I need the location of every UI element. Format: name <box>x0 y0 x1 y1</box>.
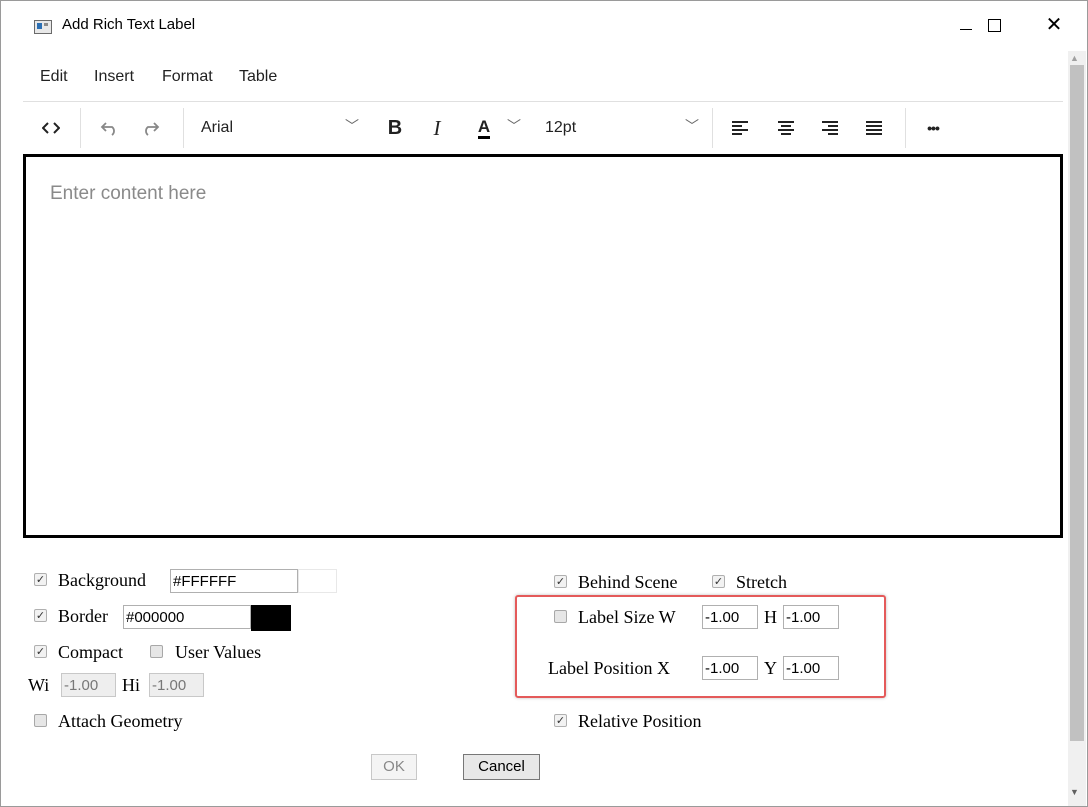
label-position-y-label: Y <box>764 658 777 678</box>
font-family-select[interactable]: Arial <box>201 119 233 137</box>
user-values-checkbox[interactable] <box>150 645 163 658</box>
label-position-label: Label Position X <box>548 658 670 678</box>
compact-label: Compact <box>58 642 123 662</box>
ok-button[interactable]: OK <box>371 754 417 780</box>
text-color-button[interactable]: A <box>467 102 501 154</box>
relative-position-label: Relative Position <box>578 711 702 731</box>
scrollbar-thumb[interactable] <box>1070 65 1084 741</box>
label-size-checkbox[interactable] <box>554 610 567 623</box>
align-right-icon <box>822 121 838 135</box>
menu-table[interactable]: Table <box>239 68 277 86</box>
undo-icon <box>100 122 115 136</box>
redo-button[interactable] <box>133 102 169 154</box>
hi-input[interactable]: -1.00 <box>149 673 204 697</box>
align-left-icon <box>732 121 748 135</box>
scroll-down-icon[interactable]: ▼ <box>1070 787 1079 797</box>
label-position-x-input[interactable]: -1.00 <box>702 656 758 680</box>
background-label: Background <box>58 570 146 590</box>
align-center-icon <box>778 121 794 135</box>
editor-toolbar: Arial ﹀ B I A ﹀ 12pt ﹀ ••• <box>23 102 1063 154</box>
title-bar[interactable]: Add Rich Text Label ✕ <box>1 1 1087 51</box>
background-checkbox[interactable]: ✓ <box>34 573 47 586</box>
attach-geometry-checkbox[interactable] <box>34 714 47 727</box>
window-title: Add Rich Text Label <box>62 16 196 33</box>
cancel-button[interactable]: Cancel <box>463 754 540 780</box>
rich-text-editor: Edit Insert Format Table Arial ﹀ B I A ﹀… <box>23 51 1063 541</box>
close-button[interactable]: ✕ <box>1031 5 1077 45</box>
stretch-checkbox[interactable]: ✓ <box>712 575 725 588</box>
behind-scene-label: Behind Scene <box>578 572 678 592</box>
background-color-swatch[interactable] <box>298 569 337 593</box>
bold-button[interactable]: B <box>379 102 411 154</box>
label-size-w-input[interactable]: -1.00 <box>702 605 758 629</box>
toolbar-separator <box>80 108 81 148</box>
wi-input[interactable]: -1.00 <box>61 673 116 697</box>
menu-format[interactable]: Format <box>162 68 213 86</box>
hi-label: Hi <box>122 675 140 695</box>
attach-geometry-label: Attach Geometry <box>58 711 183 731</box>
stretch-label: Stretch <box>736 572 787 592</box>
label-size-h-label: H <box>764 607 777 627</box>
toolbar-separator <box>183 108 184 148</box>
menu-insert[interactable]: Insert <box>94 68 134 86</box>
text-color-chevron-icon[interactable]: ﹀ <box>507 116 521 136</box>
menu-edit[interactable]: Edit <box>40 68 68 86</box>
label-size-label: Label Size W <box>578 607 676 627</box>
add-rich-text-label-dialog: Add Rich Text Label ✕ Edit Insert Format… <box>0 0 1088 807</box>
align-left-button[interactable] <box>723 102 757 154</box>
behind-scene-checkbox[interactable]: ✓ <box>554 575 567 588</box>
redo-icon <box>145 122 160 136</box>
user-values-label: User Values <box>175 642 262 662</box>
border-label: Border <box>58 606 108 626</box>
menu-bar: Edit Insert Format Table <box>23 51 1063 102</box>
toolbar-separator <box>712 108 713 148</box>
font-size-chevron-icon[interactable]: ﹀ <box>685 116 699 136</box>
background-color-input[interactable]: #FFFFFF <box>170 569 298 593</box>
content-placeholder: Enter content here <box>50 183 207 204</box>
wi-label: Wi <box>28 675 50 695</box>
italic-button[interactable]: I <box>421 102 453 154</box>
content-area[interactable]: Enter content here <box>23 154 1063 538</box>
border-checkbox[interactable]: ✓ <box>34 609 47 622</box>
more-button[interactable]: ••• <box>915 102 951 154</box>
font-family-chevron-icon[interactable]: ﹀ <box>345 116 359 136</box>
maximize-icon <box>987 18 1001 32</box>
compact-checkbox[interactable]: ✓ <box>34 645 47 658</box>
close-icon: ✕ <box>1045 14 1063 36</box>
source-code-button[interactable] <box>31 102 71 154</box>
label-position-y-input[interactable]: -1.00 <box>783 656 839 680</box>
toolbar-separator <box>905 108 906 148</box>
border-color-input[interactable]: #000000 <box>123 605 251 629</box>
maximize-button[interactable] <box>971 5 1017 45</box>
border-color-swatch[interactable] <box>251 605 291 631</box>
source-code-icon <box>42 122 60 134</box>
scroll-up-icon[interactable]: ▲ <box>1070 53 1079 63</box>
justify-button[interactable] <box>857 102 891 154</box>
text-color-icon: A <box>477 117 491 139</box>
align-center-button[interactable] <box>769 102 803 154</box>
relative-position-checkbox[interactable]: ✓ <box>554 714 567 727</box>
app-icon <box>34 20 52 34</box>
align-right-button[interactable] <box>813 102 847 154</box>
label-size-h-input[interactable]: -1.00 <box>783 605 839 629</box>
justify-icon <box>866 121 882 135</box>
undo-button[interactable] <box>91 102 127 154</box>
font-size-select[interactable]: 12pt <box>545 119 576 137</box>
